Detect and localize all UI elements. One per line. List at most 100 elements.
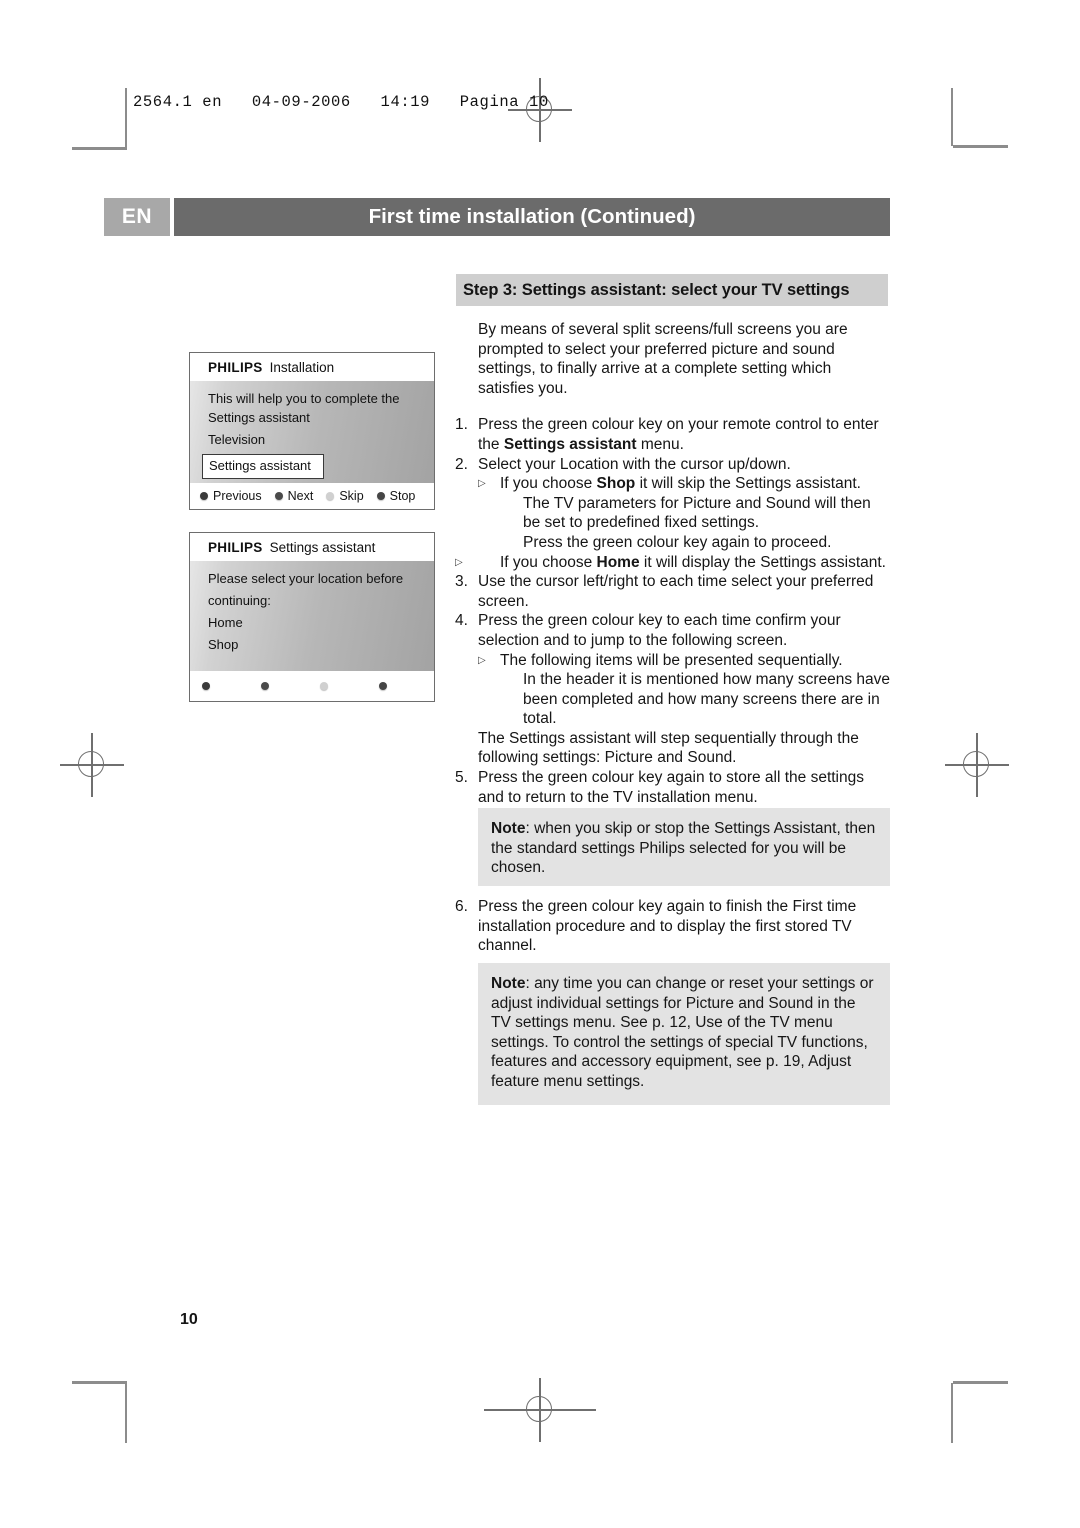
- tv-footer-button-3[interactable]: [320, 682, 333, 690]
- tv-screen-title: Installation: [269, 359, 335, 375]
- list-number: 2.: [455, 455, 468, 473]
- sub-bullet-text: If you choose Home it will display the S…: [500, 553, 891, 573]
- sub-bullet-text: The following items will be presented se…: [500, 651, 843, 669]
- sub-text-part: If you choose: [500, 553, 597, 571]
- list-item-4: 4. Press the green colour key to each ti…: [455, 611, 891, 650]
- list-text-part: menu.: [636, 435, 684, 453]
- colour-key-dot-icon: [379, 682, 387, 690]
- tv-screen-header: PHILIPS Installation: [190, 353, 434, 381]
- sub-bullet-sequential: ▷ The following items will be presented …: [478, 651, 891, 671]
- emphasis-settings-assistant: Settings assistant: [503, 435, 637, 453]
- registration-mark-right: [945, 733, 1009, 797]
- tv-screen-footer: [190, 671, 434, 701]
- sub-bullet-shop-line3: Press the green colour key again to proc…: [523, 533, 832, 551]
- language-code-badge: EN: [104, 198, 170, 236]
- intro-paragraph: By means of several split screens/full s…: [478, 321, 848, 397]
- list-text: Press the green colour key again to fini…: [478, 898, 857, 955]
- sub-bullet-sequential-line2: In the header it is mentioned how many s…: [523, 671, 891, 728]
- sub-bullet-shop-line2: The TV parameters for Picture and Sound …: [523, 494, 871, 532]
- tv-footer-button-1[interactable]: [202, 682, 215, 690]
- tv-screen-mockup-installation: PHILIPS Installation This will help you …: [189, 352, 435, 510]
- tv-prompt-line-2: continuing:: [208, 592, 271, 608]
- list-item-2: 2. Select your Location with the cursor …: [455, 455, 891, 475]
- trailing-paragraph: The Settings assistant will step sequent…: [478, 729, 859, 767]
- list-text: Press the green colour key on your remot…: [478, 415, 891, 454]
- crop-mark-vertical-left-bottom: [125, 1383, 127, 1443]
- crop-mark-vertical-left: [125, 88, 127, 148]
- colour-key-dot-icon: [261, 682, 269, 690]
- colour-key-dot-icon: [200, 492, 208, 500]
- colour-key-dot-icon: [274, 492, 283, 500]
- crop-mark-vertical-right-bottom: [951, 1383, 953, 1443]
- note-text: : any time you can change or reset your …: [491, 975, 874, 1090]
- sub-bullet-home: ▷ If you choose Home it will display the…: [455, 553, 891, 573]
- page-title: First time installation (Continued): [174, 198, 890, 236]
- crop-mark-horizontal-left: [72, 147, 127, 150]
- instructions-column: By means of several split screens/full s…: [455, 320, 891, 807]
- tv-footer-button-label: Next: [287, 489, 314, 503]
- tv-screen-header: PHILIPS Settings assistant: [190, 533, 434, 561]
- emphasis-home: Home: [596, 553, 640, 571]
- tv-screen-title: Settings assistant: [269, 539, 376, 555]
- note-label: Note: [491, 975, 526, 992]
- philips-logo: PHILIPS: [208, 359, 263, 375]
- tv-prompt-line-1: Please select your location before: [208, 571, 404, 586]
- list-text: Use the cursor left/right to each time s…: [478, 573, 874, 610]
- tv-footer-button-2[interactable]: [261, 682, 274, 690]
- tv-menu-item-television[interactable]: Television: [208, 431, 425, 450]
- note-box-skip-stop: Note: when you skip or stop the Settings…: [478, 808, 890, 886]
- sub-text-part: it will display the Settings assistant.: [639, 553, 886, 571]
- tv-menu-item-home[interactable]: Home: [208, 614, 425, 633]
- list-number: 1.: [455, 416, 468, 434]
- crop-mark-horizontal-right: [953, 145, 1008, 148]
- tv-footer-button-skip[interactable]: Skip: [326, 489, 364, 503]
- note-label: Note: [491, 820, 526, 837]
- registration-mark-bottom: [484, 1378, 596, 1442]
- triangle-bullet-icon: ▷: [478, 478, 486, 490]
- crop-mark-horizontal-left-bottom: [72, 1381, 127, 1384]
- tv-menu-item-settings-assistant-selected[interactable]: Settings assistant: [202, 453, 324, 480]
- colour-key-dot-icon: [320, 682, 328, 690]
- triangle-bullet-icon: ▷: [455, 556, 463, 568]
- step-heading-bar: Step 3: Settings assistant: select your …: [456, 274, 888, 306]
- list-text: Select your Location with the cursor up/…: [478, 455, 791, 473]
- list-number: 6.: [455, 898, 468, 915]
- tv-menu-item-shop[interactable]: Shop: [208, 636, 425, 655]
- crop-mark-vertical-right: [951, 88, 953, 146]
- colour-key-dot-icon: [376, 492, 385, 500]
- tv-footer-button-next[interactable]: Next: [274, 489, 314, 503]
- tv-footer-button-previous[interactable]: Previous: [200, 489, 262, 503]
- printer-slug-line: 2564.1 en 04-09-2006 14:19 Pagina 10: [133, 93, 549, 111]
- tv-screen-body: This will help you to complete the Setti…: [190, 381, 434, 483]
- list-item-6: 6. Press the green colour key again to f…: [455, 897, 891, 956]
- colour-key-dot-icon: [326, 492, 335, 500]
- tv-footer-button-stop[interactable]: Stop: [376, 489, 416, 503]
- sub-bullet-shop: ▷ If you choose Shop it will skip the Se…: [478, 474, 891, 494]
- philips-logo: PHILIPS: [208, 539, 263, 555]
- sub-bullet-text: If you choose Shop it will skip the Sett…: [500, 474, 891, 494]
- tv-footer-button-4[interactable]: [379, 682, 392, 690]
- emphasis-shop: Shop: [596, 475, 636, 493]
- tv-menu-text: This will help you to complete the Setti…: [208, 391, 400, 425]
- tv-footer-button-label: Previous: [213, 489, 262, 503]
- step-heading-label: Step 3: Settings assistant: select your …: [463, 280, 850, 299]
- list-item-1: 1. Press the green colour key on your re…: [455, 415, 891, 454]
- page-number: 10: [180, 1311, 198, 1328]
- list-item-5: 5. Press the green colour key again to s…: [455, 768, 891, 807]
- list-text: Press the green colour key to each time …: [478, 612, 841, 649]
- sub-text-part: If you choose: [500, 475, 597, 493]
- tv-screen-mockup-settings-assistant: PHILIPS Settings assistant Please select…: [189, 532, 435, 702]
- note-text: : when you skip or stop the Settings Ass…: [491, 820, 876, 877]
- tv-footer-button-label: Stop: [389, 489, 416, 503]
- sub-text-part: it will skip the Settings assistant.: [635, 475, 861, 493]
- tv-footer-button-label: Skip: [339, 489, 364, 503]
- list-item-3: 3. Use the cursor left/right to each tim…: [455, 572, 891, 611]
- list-number: 4.: [455, 612, 468, 630]
- list-number: 5.: [455, 769, 468, 787]
- list-text: Press the green colour key again to stor…: [478, 769, 864, 806]
- colour-key-dot-icon: [202, 682, 210, 690]
- triangle-bullet-icon: ▷: [478, 654, 486, 666]
- page-header-band: EN First time installation (Continued): [104, 198, 890, 236]
- list-number: 3.: [455, 573, 468, 591]
- registration-mark-left: [60, 733, 124, 797]
